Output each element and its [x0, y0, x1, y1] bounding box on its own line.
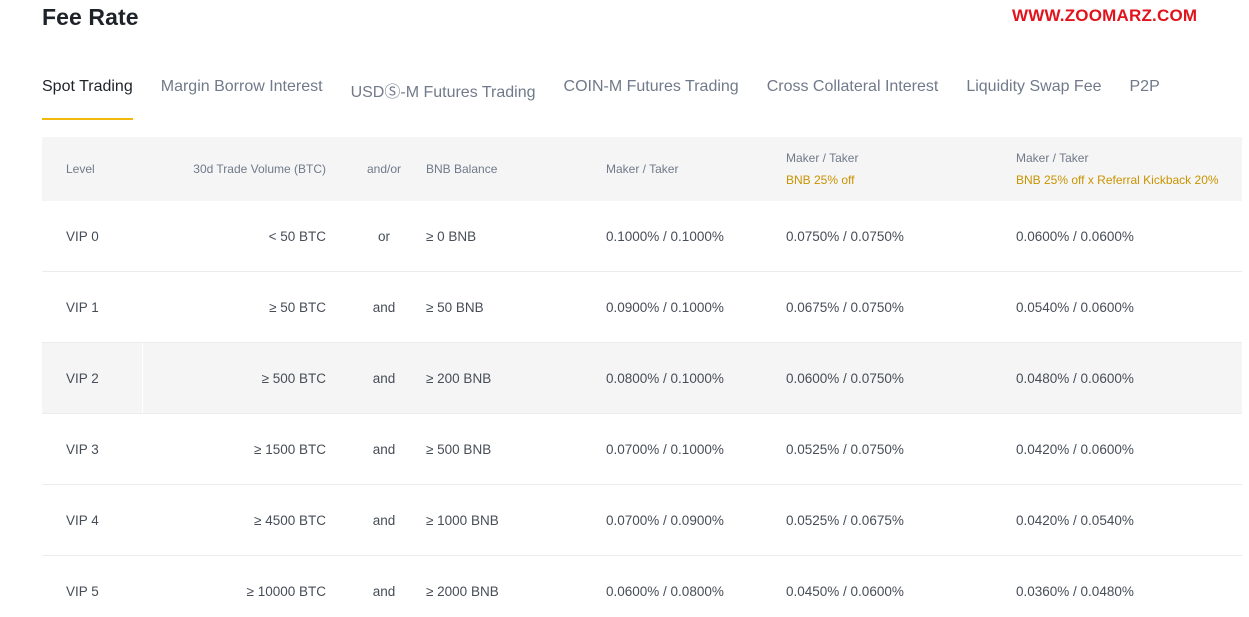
cell-maker-taker: 0.0900% / 0.1000%: [606, 299, 724, 315]
cell-maker-taker-referral: 0.0420% / 0.0600%: [1016, 441, 1134, 457]
page-title: Fee Rate: [42, 4, 139, 30]
cell-maker-taker-bnb: 0.0525% / 0.0750%: [786, 441, 904, 457]
cell-level: VIP 0: [66, 228, 99, 244]
tab-p2p[interactable]: P2P: [1130, 78, 1160, 122]
table-row[interactable]: VIP 0 < 50 BTC or ≥ 0 BNB 0.1000% / 0.10…: [42, 201, 1242, 272]
header-maker-taker-referral-label: Maker / Taker: [1016, 151, 1089, 165]
cell-volume: ≥ 4500 BTC: [254, 512, 326, 528]
cell-maker-taker-bnb: 0.0750% / 0.0750%: [786, 228, 904, 244]
cell-maker-taker-referral: 0.0420% / 0.0540%: [1016, 512, 1134, 528]
cell-volume: < 50 BTC: [268, 228, 326, 244]
cell-maker-taker: 0.0800% / 0.1000%: [606, 370, 724, 386]
cell-level: VIP 4: [66, 512, 99, 528]
cell-level: VIP 1: [66, 299, 99, 315]
cell-maker-taker-referral: 0.0600% / 0.0600%: [1016, 228, 1134, 244]
tab-liquidity-swap-fee[interactable]: Liquidity Swap Fee: [966, 78, 1101, 122]
cell-volume: ≥ 10000 BTC: [246, 583, 326, 599]
tab-cross-collateral-interest[interactable]: Cross Collateral Interest: [767, 78, 939, 122]
table-row[interactable]: VIP 2 ≥ 500 BTC and ≥ 200 BNB 0.0800% / …: [42, 343, 1242, 414]
cell-andor: and: [372, 583, 396, 599]
tab-coin-m-futures-trading[interactable]: COIN-M Futures Trading: [564, 78, 739, 122]
fee-rate-page: Fee Rate WWW.ZOOMARZ.COM Spot Trading Ma…: [0, 0, 1249, 617]
fee-tabs: Spot Trading Margin Borrow Interest USDⓈ…: [42, 78, 1188, 122]
header-andor: and/or: [366, 162, 402, 176]
cell-bnb-balance: ≥ 500 BNB: [426, 441, 492, 457]
cell-level: VIP 5: [66, 583, 99, 599]
cell-andor: and: [372, 441, 396, 457]
cell-maker-taker-referral: 0.0480% / 0.0600%: [1016, 370, 1134, 386]
cell-maker-taker: 0.0600% / 0.0800%: [606, 583, 724, 599]
cell-volume: ≥ 50 BTC: [269, 299, 326, 315]
tab-margin-borrow-interest[interactable]: Margin Borrow Interest: [161, 78, 323, 122]
cell-andor: or: [377, 228, 390, 244]
header-bnb-balance: BNB Balance: [426, 162, 498, 176]
header-maker-taker-bnb: Maker / Taker BNB 25% off: [786, 137, 858, 201]
cell-bnb-balance: ≥ 0 BNB: [426, 228, 477, 244]
table-row[interactable]: VIP 3 ≥ 1500 BTC and ≥ 500 BNB 0.0700% /…: [42, 414, 1242, 485]
table-row[interactable]: VIP 4 ≥ 4500 BTC and ≥ 1000 BNB 0.0700% …: [42, 485, 1242, 556]
cell-maker-taker-bnb: 0.0675% / 0.0750%: [786, 299, 904, 315]
header-maker-taker-referral: Maker / Taker BNB 25% off x Referral Kic…: [1016, 137, 1219, 201]
cell-maker-taker-referral: 0.0540% / 0.0600%: [1016, 299, 1134, 315]
cell-bnb-balance: ≥ 1000 BNB: [426, 512, 499, 528]
header-referral-discount-note: BNB 25% off x Referral Kickback 20%: [1016, 173, 1219, 187]
tab-spot-trading[interactable]: Spot Trading: [42, 78, 133, 122]
header-maker-taker-bnb-label: Maker / Taker: [786, 151, 859, 165]
cell-volume: ≥ 1500 BTC: [254, 441, 326, 457]
table-row[interactable]: VIP 1 ≥ 50 BTC and ≥ 50 BNB 0.0900% / 0.…: [42, 272, 1242, 343]
cell-maker-taker-bnb: 0.0450% / 0.0600%: [786, 583, 904, 599]
cell-maker-taker-bnb: 0.0600% / 0.0750%: [786, 370, 904, 386]
cell-maker-taker-referral: 0.0360% / 0.0480%: [1016, 583, 1134, 599]
header-level: Level: [66, 162, 95, 176]
tab-usds-m-futures-trading[interactable]: USDⓈ-M Futures Trading: [351, 78, 536, 122]
cell-level: VIP 3: [66, 441, 99, 457]
watermark-text: WWW.ZOOMARZ.COM: [1012, 6, 1198, 25]
cell-volume: ≥ 500 BTC: [261, 370, 326, 386]
cell-level: VIP 2: [66, 370, 99, 386]
cell-maker-taker: 0.1000% / 0.1000%: [606, 228, 724, 244]
cell-andor: and: [372, 299, 396, 315]
header-maker-taker: Maker / Taker: [606, 162, 679, 176]
cell-maker-taker: 0.0700% / 0.1000%: [606, 441, 724, 457]
cell-andor: and: [372, 512, 396, 528]
header-volume: 30d Trade Volume (BTC): [193, 162, 326, 176]
cell-bnb-balance: ≥ 2000 BNB: [426, 583, 499, 599]
fee-table: Level 30d Trade Volume (BTC) and/or BNB …: [42, 137, 1242, 617]
cell-maker-taker: 0.0700% / 0.0900%: [606, 512, 724, 528]
table-header: Level 30d Trade Volume (BTC) and/or BNB …: [42, 137, 1242, 201]
cell-andor: and: [372, 370, 396, 386]
cell-maker-taker-bnb: 0.0525% / 0.0675%: [786, 512, 904, 528]
cell-bnb-balance: ≥ 200 BNB: [426, 370, 492, 386]
cell-bnb-balance: ≥ 50 BNB: [426, 299, 484, 315]
header-bnb-discount-note: BNB 25% off: [786, 173, 855, 187]
table-row[interactable]: VIP 5 ≥ 10000 BTC and ≥ 2000 BNB 0.0600%…: [42, 556, 1242, 617]
